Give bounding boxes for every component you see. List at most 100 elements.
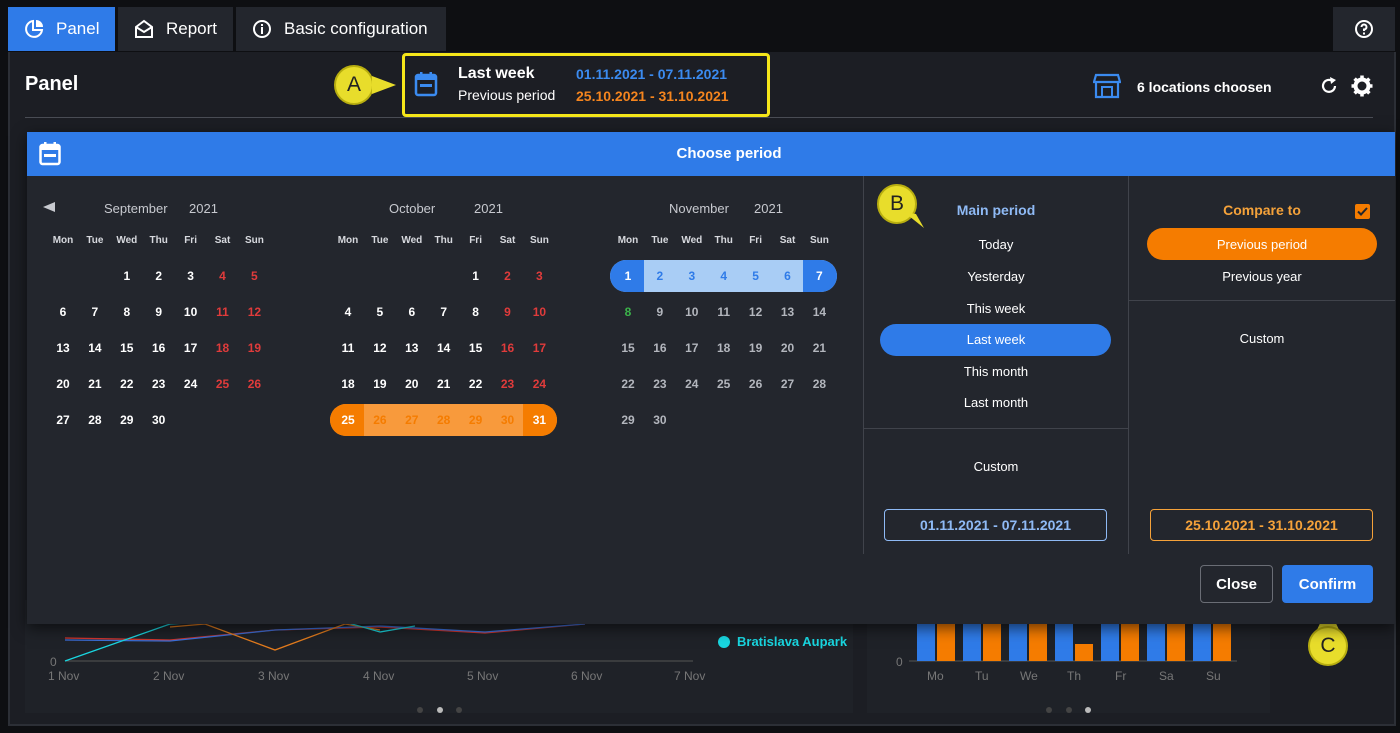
calendar-day[interactable]: 13 [396, 333, 428, 363]
calendar-day[interactable]: 22 [111, 369, 143, 399]
calendar-day[interactable]: 29 [111, 405, 143, 435]
confirm-button[interactable]: Confirm [1282, 565, 1373, 603]
calendar-day[interactable]: 27 [47, 405, 79, 435]
calendar-day[interactable]: 28 [79, 405, 111, 435]
calendar-day[interactable]: 2 [644, 261, 676, 291]
store-icon[interactable] [1093, 73, 1121, 99]
option-this-month[interactable]: This month [880, 364, 1112, 379]
calendar-day[interactable]: 21 [428, 369, 460, 399]
calendar-day[interactable]: 24 [175, 369, 207, 399]
calendar-day[interactable]: 26 [364, 405, 396, 435]
calendar-day[interactable]: 16 [143, 333, 175, 363]
calendar-day[interactable]: 12 [364, 333, 396, 363]
calendar-day[interactable]: 26 [238, 369, 270, 399]
main-range-field[interactable]: 01.11.2021 - 07.11.2021 [884, 509, 1107, 541]
calendar-day[interactable]: 6 [772, 261, 804, 291]
calendar-day[interactable]: 12 [740, 297, 772, 327]
calendar-day[interactable]: 4 [332, 297, 364, 327]
calendar-day[interactable]: 28 [803, 369, 835, 399]
calendar-day[interactable]: 31 [523, 405, 555, 435]
calendar-day[interactable]: 20 [772, 333, 804, 363]
compare-range-field[interactable]: 25.10.2021 - 31.10.2021 [1150, 509, 1373, 541]
option-yesterday[interactable]: Yesterday [880, 269, 1112, 284]
calendar-day[interactable]: 20 [396, 369, 428, 399]
calendar-day[interactable]: 19 [364, 369, 396, 399]
calendar-day[interactable]: 23 [492, 369, 524, 399]
legend-item[interactable]: Bratislava Aupark [718, 634, 847, 649]
calendar-day[interactable]: 23 [143, 369, 175, 399]
calendar-day[interactable]: 10 [676, 297, 708, 327]
calendar-day[interactable]: 8 [612, 297, 644, 327]
calendar-day[interactable]: 14 [803, 297, 835, 327]
calendar-day[interactable]: 21 [803, 333, 835, 363]
help-button[interactable] [1333, 7, 1395, 51]
calendar-day[interactable]: 19 [238, 333, 270, 363]
calendar-day[interactable]: 11 [708, 297, 740, 327]
calendar-day[interactable]: 18 [708, 333, 740, 363]
calendar-day[interactable]: 25 [207, 369, 239, 399]
calendar-day[interactable]: 5 [740, 261, 772, 291]
calendar-day[interactable]: 4 [207, 261, 239, 291]
calendar-day[interactable]: 18 [207, 333, 239, 363]
tab-basic-configuration[interactable]: Basic configuration [236, 7, 446, 51]
option-today[interactable]: Today [880, 237, 1112, 252]
calendar-day[interactable]: 15 [111, 333, 143, 363]
calendar-day[interactable]: 27 [396, 405, 428, 435]
calendar-day[interactable]: 5 [364, 297, 396, 327]
compare-checkbox[interactable] [1355, 204, 1370, 219]
calendar-day[interactable]: 9 [492, 297, 524, 327]
calendar-day[interactable]: 9 [143, 297, 175, 327]
calendar-day[interactable]: 1 [111, 261, 143, 291]
calendar-day[interactable]: 3 [523, 261, 555, 291]
calendar-day[interactable]: 8 [111, 297, 143, 327]
calendar-day[interactable]: 14 [428, 333, 460, 363]
calendar-day[interactable]: 11 [332, 333, 364, 363]
calendar-day[interactable]: 21 [79, 369, 111, 399]
calendar-day[interactable]: 7 [79, 297, 111, 327]
calendar-day[interactable]: 3 [175, 261, 207, 291]
calendar-day[interactable]: 30 [143, 405, 175, 435]
calendar-day[interactable]: 19 [740, 333, 772, 363]
option-last-month[interactable]: Last month [880, 395, 1112, 410]
calendar-day[interactable]: 27 [772, 369, 804, 399]
calendar-day[interactable]: 25 [332, 405, 364, 435]
calendar-day[interactable]: 4 [708, 261, 740, 291]
calendar-day[interactable]: 24 [676, 369, 708, 399]
calendar-day[interactable]: 3 [676, 261, 708, 291]
calendar-day[interactable]: 16 [644, 333, 676, 363]
calendar-day[interactable]: 17 [676, 333, 708, 363]
calendar-day[interactable]: 1 [460, 261, 492, 291]
calendar-day[interactable]: 6 [47, 297, 79, 327]
calendar-day[interactable]: 10 [175, 297, 207, 327]
calendar-day[interactable]: 23 [644, 369, 676, 399]
calendar-day[interactable]: 15 [612, 333, 644, 363]
compare-option-previous-year[interactable]: Previous year [1146, 269, 1378, 284]
calendar-day[interactable]: 10 [523, 297, 555, 327]
calendar-day[interactable]: 11 [207, 297, 239, 327]
refresh-icon[interactable] [1319, 76, 1339, 96]
calendar-day[interactable]: 30 [644, 405, 676, 435]
calendar-day[interactable]: 28 [428, 405, 460, 435]
calendar-day[interactable]: 16 [492, 333, 524, 363]
calendar-day[interactable]: 25 [708, 369, 740, 399]
calendar-day[interactable]: 7 [428, 297, 460, 327]
calendar-day[interactable]: 22 [612, 369, 644, 399]
close-button[interactable]: Close [1200, 565, 1273, 603]
prev-month-button[interactable] [43, 202, 55, 212]
calendar-day[interactable]: 7 [803, 261, 835, 291]
calendar-day[interactable]: 30 [492, 405, 524, 435]
calendar-day[interactable]: 5 [238, 261, 270, 291]
calendar-day[interactable]: 29 [612, 405, 644, 435]
locations-chosen[interactable]: 6 locations choosen [1137, 79, 1272, 95]
calendar-day[interactable]: 6 [396, 297, 428, 327]
period-summary[interactable] [402, 53, 770, 117]
calendar-day[interactable]: 17 [523, 333, 555, 363]
calendar-day[interactable]: 24 [523, 369, 555, 399]
calendar-day[interactable]: 15 [460, 333, 492, 363]
calendar-day[interactable]: 13 [772, 297, 804, 327]
option-this-week[interactable]: This week [880, 301, 1112, 316]
calendar-day[interactable]: 18 [332, 369, 364, 399]
calendar-day[interactable]: 12 [238, 297, 270, 327]
calendar-day[interactable]: 2 [143, 261, 175, 291]
gear-icon[interactable] [1351, 75, 1373, 97]
